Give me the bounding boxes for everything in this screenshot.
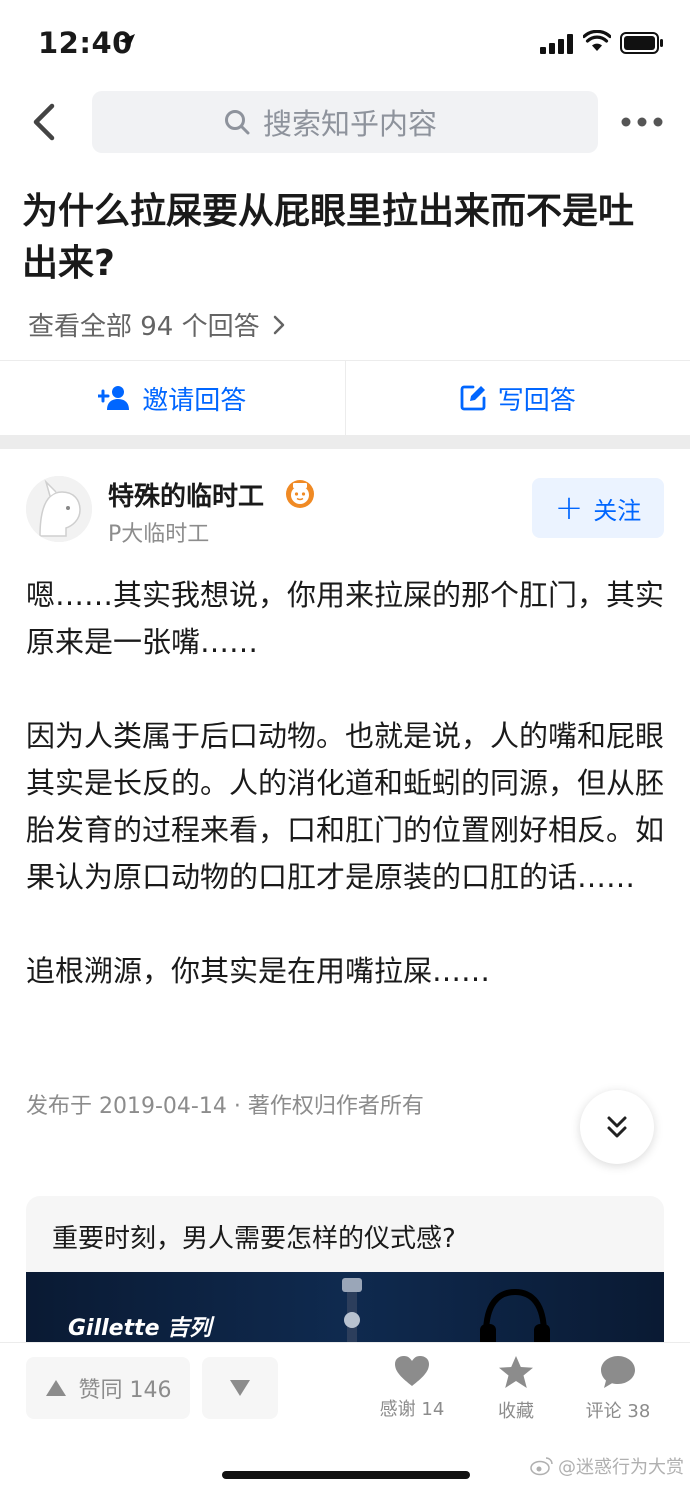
search-placeholder: 搜索知乎内容 — [262, 107, 437, 141]
follow-label: 关注 — [593, 496, 642, 525]
add-person-icon — [98, 386, 130, 410]
double-chevron-down-icon — [607, 1116, 627, 1138]
answer-paragraph: 嗯……其实我想说，你用来拉屎的那个肛门，其实原来是一张嘴…… — [26, 578, 665, 659]
battery-icon — [620, 32, 663, 54]
badge-icon — [286, 480, 314, 508]
invite-answer-label: 邀请回答 — [142, 385, 247, 416]
thanks-label: 感谢 14 — [379, 1399, 445, 1420]
status-bar: 12:40 — [0, 0, 690, 88]
search-input[interactable]: 搜索知乎内容 — [92, 91, 598, 153]
wifi-icon — [583, 30, 611, 51]
upvote-label: 赞同 146 — [78, 1378, 172, 1403]
write-answer-label: 写回答 — [497, 385, 576, 416]
downvote-icon — [230, 1380, 250, 1396]
view-all-answers-link[interactable]: 查看全部 94 个回答 — [28, 306, 286, 343]
author-description: P大临时工 — [108, 522, 210, 547]
plus-icon: + — [554, 488, 584, 528]
watermark-text: @迷惑行为大赏 — [558, 1457, 684, 1478]
watermark: @迷惑行为大赏 — [530, 1453, 684, 1479]
comment-label: 评论 38 — [585, 1401, 651, 1422]
heart-icon — [395, 1356, 429, 1386]
star-icon — [499, 1356, 533, 1388]
invite-answer-button[interactable]: 邀请回答 — [0, 361, 345, 435]
view-all-answers-label: 查看全部 94 个回答 — [28, 312, 260, 342]
question-title[interactable]: 为什么拉屎要从屁眼里拉出来而不是吐出来? — [22, 186, 662, 290]
author-name[interactable]: 特殊的临时工 — [108, 476, 264, 513]
more-icon[interactable] — [620, 112, 664, 132]
downvote-button[interactable] — [202, 1357, 278, 1419]
question-actions: 邀请回答 写回答 — [0, 361, 690, 435]
thanks-button[interactable]: 感谢 14 — [372, 1355, 452, 1421]
headphones-icon — [480, 1288, 550, 1348]
location-arrow-icon — [119, 34, 135, 50]
bottom-toolbar: 赞同 146 感谢 14 收藏 评论 38 @迷惑行为大赏 — [0, 1342, 690, 1494]
home-indicator — [222, 1471, 470, 1479]
answer-paragraph: 追根溯源，你其实是在用嘴拉屎…… — [26, 954, 491, 988]
ad-brand-logo: Gillette 吉列 — [68, 1316, 212, 1341]
favorite-button[interactable]: 收藏 — [476, 1355, 556, 1423]
answer-paragraph: 因为人类属于后口动物。也就是说，人的嘴和屁眼其实是长反的。人的消化道和蚯蚓的同源… — [26, 719, 665, 894]
answer-content: 嗯……其实我想说，你用来拉屎的那个肛门，其实原来是一张嘴…… 因为人类属于后口动… — [26, 572, 666, 995]
razor-icon — [342, 1278, 362, 1348]
weibo-icon — [530, 1457, 553, 1476]
search-icon — [224, 110, 250, 135]
avatar-dog-icon — [26, 476, 92, 542]
avatar[interactable] — [26, 476, 92, 542]
back-icon[interactable] — [24, 100, 64, 144]
upvote-button[interactable]: 赞同 146 — [26, 1357, 190, 1419]
chevron-right-icon — [273, 315, 284, 334]
comment-icon — [601, 1356, 635, 1388]
signal-icon — [540, 34, 573, 54]
answer-meta: 发布于 2019-04-14 · 著作权归作者所有 — [26, 1094, 424, 1119]
follow-button[interactable]: + 关注 — [532, 478, 664, 538]
edit-icon — [460, 385, 486, 411]
favorite-label: 收藏 — [498, 1401, 534, 1422]
section-gap — [0, 435, 690, 449]
comment-button[interactable]: 评论 38 — [578, 1355, 658, 1423]
next-answer-button[interactable] — [580, 1090, 654, 1164]
upvote-icon — [45, 1380, 66, 1396]
write-answer-button[interactable]: 写回答 — [346, 361, 690, 435]
ad-title: 重要时刻，男人需要怎样的仪式感? — [52, 1224, 456, 1254]
